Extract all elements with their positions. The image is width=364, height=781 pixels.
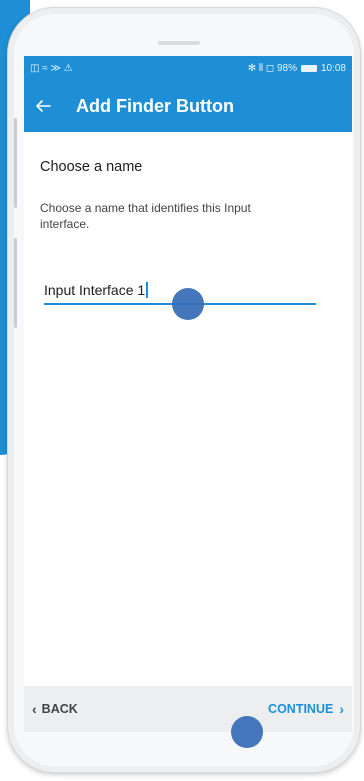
back-button[interactable]: ‹ BACK (32, 701, 78, 717)
phone-frame: ◫ ≈ ≫ ⚠ ✻ ⫴ ◻ 98% 10:08 Add Finder Butto… (8, 8, 360, 772)
status-left-icons: ◫ ≈ ≫ ⚠ (30, 62, 73, 74)
continue-button-label: CONTINUE (268, 702, 334, 716)
status-indicators: ✻ ⫴ ◻ 98% (247, 62, 297, 74)
status-time: 10:08 (320, 62, 346, 74)
battery-icon (300, 64, 317, 72)
volume-button (14, 118, 17, 208)
name-input-value[interactable]: Input Interface 1 (44, 282, 148, 298)
tap-indicator (172, 288, 204, 320)
tap-indicator (231, 716, 263, 748)
text-caret (146, 282, 148, 298)
status-bar: ◫ ≈ ≫ ⚠ ✻ ⫴ ◻ 98% 10:08 (24, 56, 352, 80)
page-title: Add Finder Button (76, 95, 234, 116)
power-button (14, 238, 17, 328)
arrow-left-icon[interactable] (26, 80, 60, 132)
app-bar: Add Finder Button (24, 80, 352, 132)
bottom-navigation-bar: ‹ BACK CONTINUE › (24, 686, 352, 732)
phone-speaker (158, 41, 200, 45)
section-description: Choose a name that identifies this Input… (40, 201, 251, 231)
form-content: Choose a name Choose a name that identif… (24, 159, 352, 305)
chevron-left-icon: ‹ (32, 701, 37, 717)
back-button-label: BACK (41, 702, 78, 716)
chevron-right-icon: › (339, 701, 344, 717)
app-screen: ◫ ≈ ≫ ⚠ ✻ ⫴ ◻ 98% 10:08 Add Finder Butto… (24, 56, 352, 732)
section-heading: Choose a name (40, 159, 143, 175)
continue-button[interactable]: CONTINUE › (268, 701, 344, 717)
status-right: ✻ ⫴ ◻ 98% 10:08 (248, 63, 346, 74)
